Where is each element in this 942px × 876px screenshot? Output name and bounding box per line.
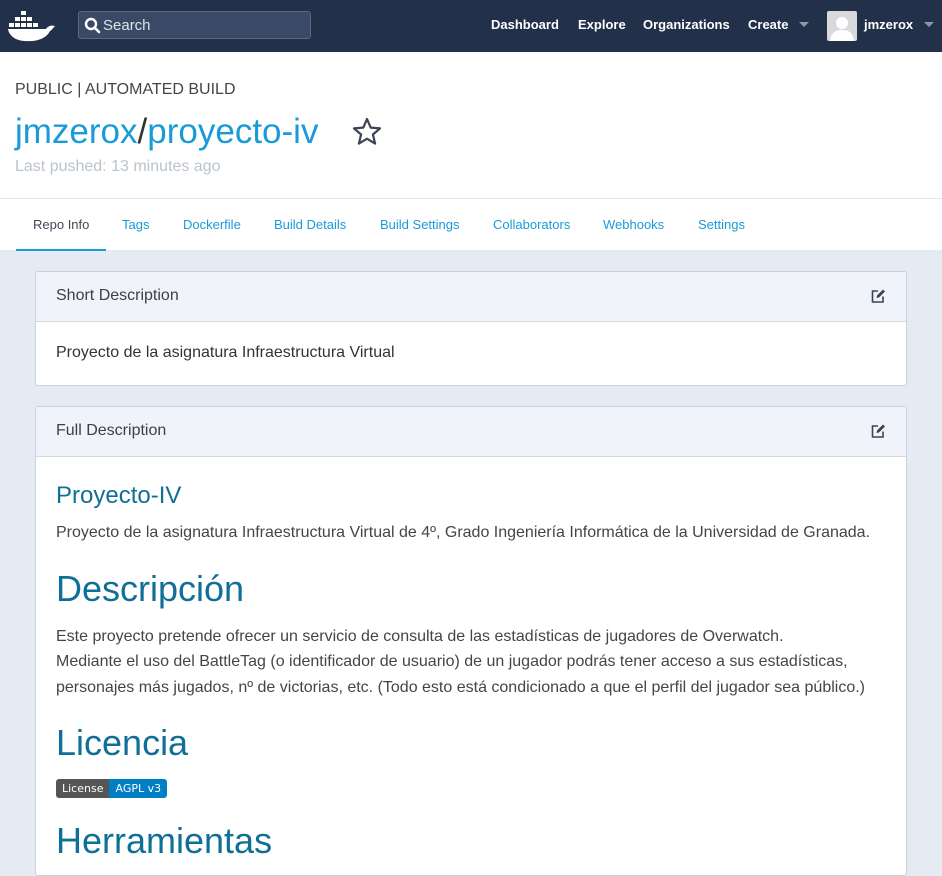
- top-navbar: Dashboard Explore Organizations Create j…: [0, 0, 942, 52]
- short-description-text: Proyecto de la asignatura Infraestructur…: [56, 344, 395, 361]
- docker-logo-icon[interactable]: [8, 8, 56, 42]
- repo-name-link[interactable]: proyecto-iv: [147, 112, 318, 151]
- tab-dockerfile[interactable]: Dockerfile: [183, 217, 241, 232]
- short-description-title: Short Description: [56, 287, 179, 304]
- active-tab-indicator: [16, 249, 106, 251]
- license-badge-value: AGPL v3: [109, 779, 168, 798]
- tab-webhooks[interactable]: Webhooks: [603, 217, 664, 232]
- repo-title: jmzerox/proyecto-iv: [15, 110, 318, 154]
- heading-descripcion: Descripción: [56, 568, 245, 609]
- license-badge-label: License: [56, 779, 110, 798]
- tab-collaborators[interactable]: Collaborators: [493, 217, 570, 232]
- tab-tags[interactable]: Tags: [122, 217, 149, 232]
- short-description-header: Short Description: [36, 272, 906, 322]
- repo-visibility-label: PUBLIC | AUTOMATED BUILD: [15, 81, 236, 98]
- repo-header: PUBLIC | AUTOMATED BUILD jmzerox/proyect…: [0, 52, 942, 198]
- paragraph-descripcion-1: Este proyecto pretende ofrecer un servic…: [56, 628, 784, 645]
- search-box[interactable]: [78, 11, 311, 39]
- full-description-panel: Full Description Proyecto-IV Proyecto de…: [35, 406, 907, 876]
- user-menu[interactable]: jmzerox: [864, 17, 913, 33]
- license-badge[interactable]: License AGPL v3: [56, 779, 168, 798]
- full-description-header: Full Description: [36, 407, 906, 457]
- tab-settings[interactable]: Settings: [698, 217, 745, 232]
- edit-icon[interactable]: [870, 288, 886, 304]
- tab-build-settings[interactable]: Build Settings: [380, 217, 460, 232]
- tab-build-details[interactable]: Build Details: [274, 217, 346, 232]
- user-avatar[interactable]: [827, 11, 857, 41]
- full-description-title: Full Description: [56, 422, 167, 439]
- last-pushed-text: Last pushed: 13 minutes ago: [15, 158, 221, 175]
- heading-herramientas: Herramientas: [56, 820, 273, 861]
- tab-repo-info[interactable]: Repo Info: [33, 217, 89, 232]
- paragraph-proyecto: Proyecto de la asignatura Infraestructur…: [56, 524, 871, 541]
- user-chevron-down-icon[interactable]: [924, 22, 934, 27]
- nav-organizations-link[interactable]: Organizations: [643, 17, 730, 33]
- heading-licencia: Licencia: [56, 722, 189, 763]
- user-silhouette-icon: [830, 17, 854, 41]
- repo-tabs: Repo Info Tags Dockerfile Build Details …: [0, 198, 942, 251]
- star-icon[interactable]: [351, 116, 383, 148]
- nav-create-menu[interactable]: Create: [748, 17, 788, 33]
- paragraph-descripcion-2: Mediante el uso del BattleTag (o identif…: [56, 653, 865, 696]
- create-chevron-down-icon[interactable]: [799, 22, 809, 27]
- search-icon: [84, 17, 101, 34]
- edit-icon[interactable]: [870, 423, 886, 439]
- heading-proyecto: Proyecto-IV: [56, 482, 182, 509]
- short-description-panel: Short Description Proyecto de la asignat…: [35, 271, 907, 386]
- nav-explore-link[interactable]: Explore: [578, 17, 626, 33]
- search-input[interactable]: [103, 12, 303, 38]
- nav-dashboard-link[interactable]: Dashboard: [491, 17, 559, 33]
- repo-separator: /: [137, 112, 148, 151]
- repo-owner-link[interactable]: jmzerox: [15, 112, 138, 151]
